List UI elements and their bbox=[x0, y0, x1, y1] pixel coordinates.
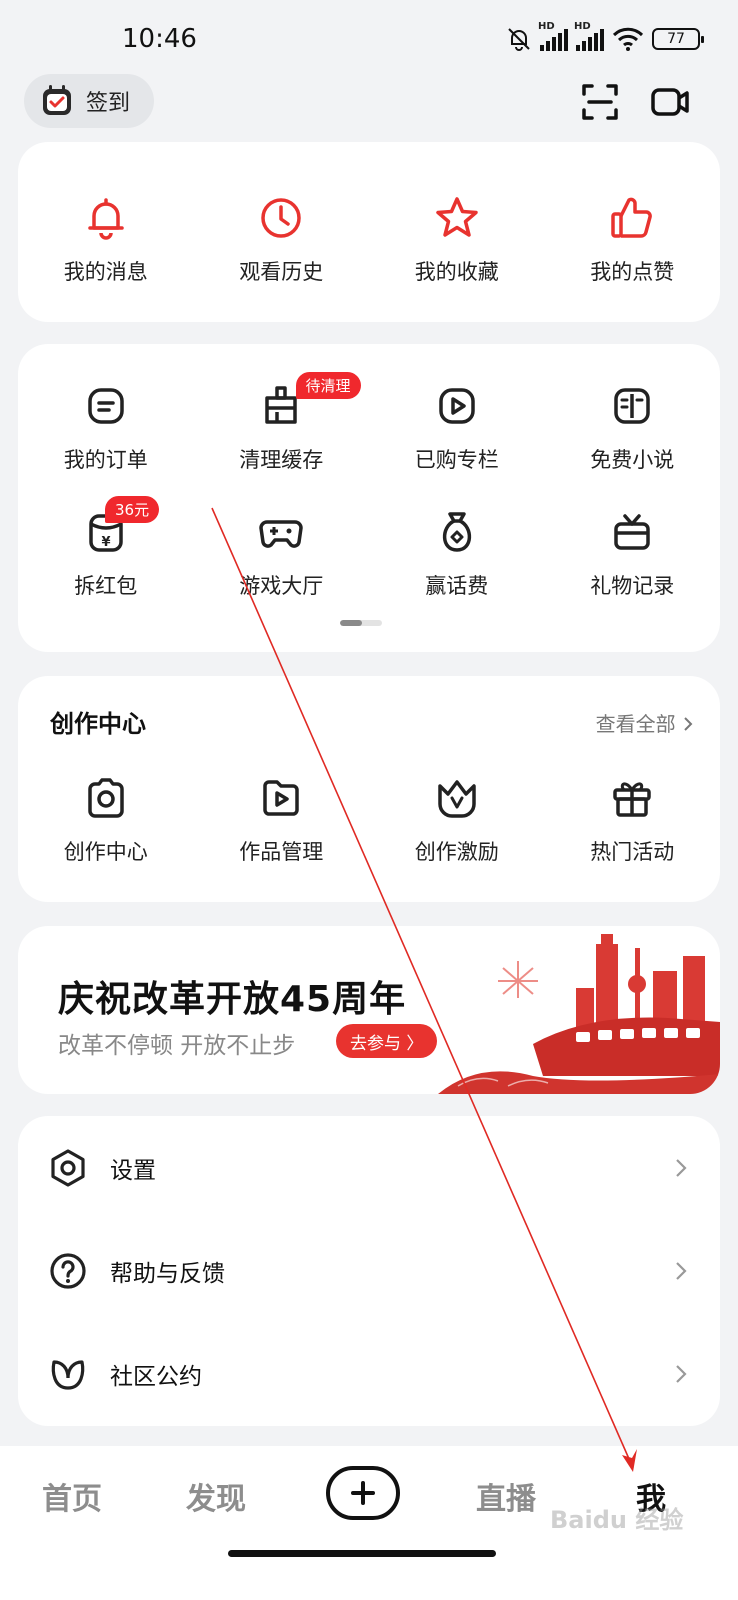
city-train-illustration bbox=[438, 934, 720, 1094]
nav-discover[interactable]: 发现 bbox=[186, 1474, 246, 1518]
status-time: 10:46 bbox=[122, 24, 197, 54]
signal-icon: HD bbox=[538, 21, 568, 51]
me-page: 10:46 HD HD 77 签到 我的消息 观看历史 我的收藏 我的点赞 我的… bbox=[0, 0, 738, 1600]
quick-access-card: 我的消息 观看历史 我的收藏 我的点赞 bbox=[18, 142, 720, 322]
chevron-right-icon bbox=[684, 717, 693, 731]
clock-icon bbox=[261, 198, 301, 238]
scan-icon[interactable] bbox=[580, 82, 620, 122]
menu-label: 设置 bbox=[110, 1157, 156, 1184]
nav-live[interactable]: 直播 bbox=[476, 1474, 536, 1518]
service-label: 拆红包 bbox=[74, 574, 138, 598]
service-label: 免费小说 bbox=[590, 448, 675, 472]
creation-label: 作品管理 bbox=[239, 840, 324, 864]
watch-history-button[interactable]: 观看历史 bbox=[194, 194, 370, 286]
gift-box-icon bbox=[614, 514, 650, 550]
creation-center-card: 创作中心 查看全部 创作中心 作品管理 创作激励 热门活动 bbox=[18, 676, 720, 902]
settings-icon bbox=[51, 1148, 85, 1187]
service-label: 游戏大厅 bbox=[239, 574, 324, 598]
quick-label: 我的消息 bbox=[63, 260, 148, 284]
help-feedback-row[interactable]: 帮助与反馈 bbox=[18, 1219, 720, 1322]
chevron-right-icon bbox=[676, 1158, 687, 1177]
settings-row[interactable]: 设置 bbox=[18, 1116, 720, 1219]
create-post-button[interactable] bbox=[326, 1466, 400, 1520]
menu-label: 帮助与反馈 bbox=[110, 1260, 225, 1287]
menu-label: 社区公约 bbox=[110, 1363, 202, 1390]
creation-label: 热门活动 bbox=[590, 840, 675, 864]
camera-icon bbox=[88, 778, 124, 818]
hd-label: HD bbox=[538, 21, 555, 32]
status-icons: HD HD 77 bbox=[506, 21, 704, 52]
win-phone-credit-button[interactable]: 赢话费 bbox=[369, 508, 545, 600]
banner-title: 庆祝改革开放45周年 bbox=[58, 979, 407, 1020]
plus-icon bbox=[351, 1481, 375, 1505]
quick-label: 我的收藏 bbox=[414, 260, 499, 284]
creation-incentive-button[interactable]: 创作激励 bbox=[369, 774, 545, 866]
thumbs-up-icon bbox=[611, 197, 653, 238]
join-button[interactable]: 去参与 〉 bbox=[336, 1024, 438, 1058]
video-folder-icon bbox=[263, 780, 299, 816]
checkin-label: 签到 bbox=[86, 91, 131, 116]
view-all-link[interactable]: 查看全部 bbox=[596, 708, 694, 737]
gift-icon bbox=[613, 782, 651, 817]
reward-badge: 36元 bbox=[105, 496, 160, 523]
red-envelope-button[interactable]: ¥ 拆红包 36元 bbox=[18, 496, 194, 600]
promo-banner[interactable]: 庆祝改革开放45周年 改革不停顿 开放不止步 去参与 〉 bbox=[18, 926, 720, 1094]
hd-label: HD bbox=[574, 21, 591, 32]
banner-subtitle: 改革不停顿 开放不止步 bbox=[58, 1033, 296, 1059]
creation-label: 创作中心 bbox=[63, 840, 148, 864]
creation-label: 创作激励 bbox=[414, 840, 499, 864]
help-icon bbox=[50, 1252, 86, 1289]
wifi-icon bbox=[612, 27, 644, 51]
star-icon bbox=[436, 197, 478, 237]
community-rules-row[interactable]: 社区公约 bbox=[18, 1322, 720, 1425]
status-bar: 10:46 HD HD 77 bbox=[0, 0, 738, 70]
calendar-check-icon bbox=[43, 85, 71, 115]
service-label: 清理缓存 bbox=[239, 448, 324, 472]
my-messages-button[interactable]: 我的消息 bbox=[18, 194, 194, 286]
gamepad-icon bbox=[259, 520, 303, 548]
mute-bell-icon bbox=[508, 28, 530, 51]
crown-icon bbox=[438, 780, 476, 818]
my-likes-button[interactable]: 我的点赞 bbox=[545, 194, 721, 286]
nav-home[interactable]: 首页 bbox=[42, 1474, 102, 1518]
home-indicator bbox=[228, 1550, 496, 1557]
bell-icon bbox=[88, 198, 124, 240]
watermark-logo: Baidu 经验 bbox=[550, 1506, 684, 1534]
checkin-button[interactable]: 签到 bbox=[24, 74, 154, 128]
quick-label: 我的点赞 bbox=[590, 260, 675, 284]
service-label: 赢话费 bbox=[425, 574, 489, 598]
works-management-button[interactable]: 作品管理 bbox=[194, 774, 370, 866]
quick-label: 观看历史 bbox=[239, 260, 324, 284]
chevron-right-icon bbox=[676, 1364, 687, 1383]
page-indicator bbox=[340, 620, 382, 626]
signal-icon: HD bbox=[574, 21, 604, 51]
settings-menu-card: 设置 帮助与反馈 社区公约 bbox=[18, 1116, 720, 1426]
clear-cache-button[interactable]: 清理缓存 待清理 bbox=[194, 372, 370, 474]
section-title: 创作中心 bbox=[50, 710, 146, 738]
gift-records-button[interactable]: 礼物记录 bbox=[545, 508, 721, 600]
service-label: 我的订单 bbox=[63, 448, 148, 472]
battery-icon: 77 bbox=[652, 28, 704, 50]
money-bag-icon bbox=[442, 512, 471, 552]
my-orders-button[interactable]: 我的订单 bbox=[18, 382, 194, 474]
service-label: 礼物记录 bbox=[590, 574, 675, 598]
video-camera-icon[interactable] bbox=[650, 82, 690, 122]
pending-clean-badge: 待清理 bbox=[295, 372, 361, 399]
hot-activities-button[interactable]: 热门活动 bbox=[545, 774, 721, 866]
view-all-label: 查看全部 bbox=[595, 712, 676, 736]
services-card: 我的订单 清理缓存 待清理 已购专栏 免费小说 ¥ 拆红包 36元 游戏大厅 赢… bbox=[18, 344, 720, 652]
chevron-right-icon bbox=[676, 1261, 687, 1280]
order-icon bbox=[88, 388, 124, 424]
book-icon bbox=[614, 388, 650, 424]
leaf-icon bbox=[51, 1359, 85, 1390]
play-square-icon bbox=[439, 388, 475, 424]
free-novels-button[interactable]: 免费小说 bbox=[545, 382, 721, 474]
creation-center-button[interactable]: 创作中心 bbox=[18, 774, 194, 866]
svg-text:¥: ¥ bbox=[101, 535, 110, 550]
my-favorites-button[interactable]: 我的收藏 bbox=[369, 194, 545, 286]
game-hall-button[interactable]: 游戏大厅 bbox=[194, 508, 370, 600]
service-label: 已购专栏 bbox=[414, 448, 499, 472]
purchased-columns-button[interactable]: 已购专栏 bbox=[369, 382, 545, 474]
